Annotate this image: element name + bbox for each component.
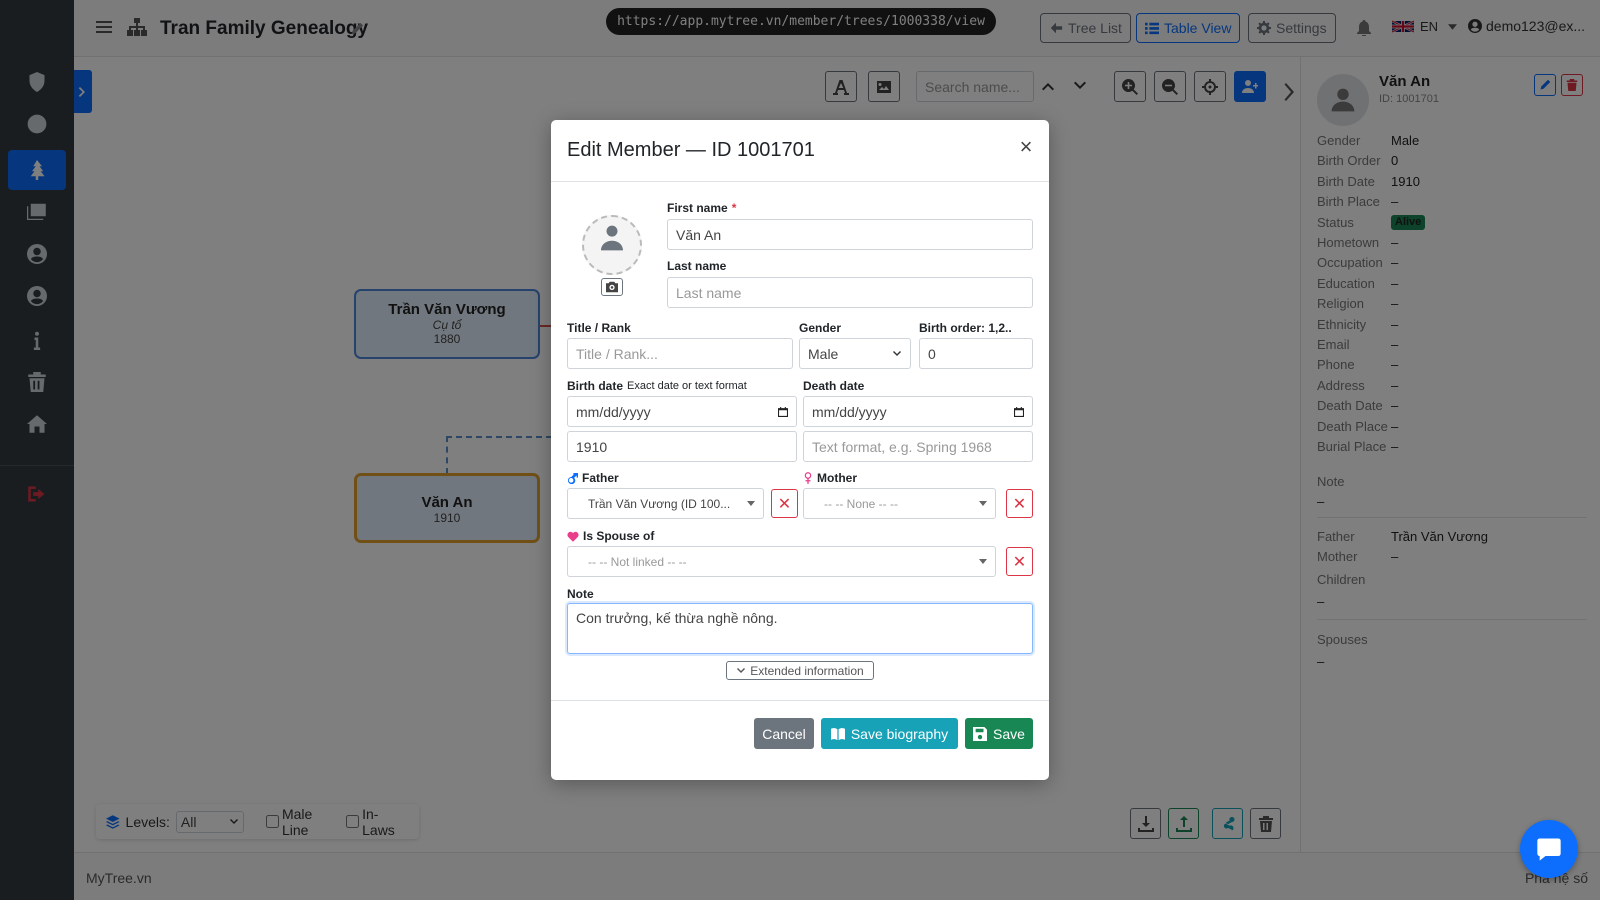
modal-title: Edit Member — ID 1001701 (567, 139, 815, 161)
save-button[interactable]: Save (965, 718, 1033, 749)
death-date-text-input[interactable]: Text format, e.g. Spring 1968 (803, 431, 1033, 462)
save-label: Save (993, 725, 1025, 742)
last-name-label: Last name (667, 259, 727, 273)
father-label-text: Father (582, 471, 619, 485)
title-rank-input[interactable]: Title / Rank... (567, 338, 793, 369)
father-select[interactable]: Trần Văn Vương (ID 100... (567, 488, 764, 519)
book-icon (830, 727, 845, 740)
birth-order-input[interactable]: 0 (919, 338, 1033, 369)
close-icon[interactable]: × (1017, 136, 1035, 158)
caret-down-icon (747, 501, 755, 506)
birth-date-placeholder: mm/dd/yyyy (576, 403, 651, 420)
save-biography-label: Save biography (850, 725, 949, 742)
first-name-label: First name * (667, 201, 736, 215)
gender-select[interactable]: Male (799, 338, 911, 369)
mother-value: -- -- None -- -- (824, 496, 898, 511)
required-mark: * (731, 201, 737, 215)
caret-down-icon (979, 559, 987, 564)
edit-member-modal: Edit Member — ID 1001701 × First name * V… (551, 120, 1049, 780)
mother-label: Mother (803, 471, 857, 485)
close-icon: ✕ (1012, 553, 1027, 571)
calendar-icon[interactable] (778, 406, 788, 417)
gender-value: Male (808, 345, 839, 362)
floppy-icon (973, 726, 988, 741)
birth-date-text-input[interactable]: 1910 (567, 431, 797, 462)
clear-father-button[interactable]: ✕ (771, 489, 798, 518)
chat-button[interactable] (1520, 820, 1578, 878)
clear-mother-button[interactable]: ✕ (1006, 489, 1033, 518)
female-icon (804, 472, 812, 484)
clear-spouse-button[interactable]: ✕ (1006, 547, 1033, 576)
spouse-select[interactable]: -- -- Not linked -- -- (567, 546, 996, 577)
spouse-label: Is Spouse of (567, 529, 654, 543)
first-name-input[interactable]: Văn An (667, 219, 1033, 250)
spouse-value: -- -- Not linked -- -- (588, 554, 687, 569)
male-icon (568, 472, 578, 484)
mother-label-text: Mother (817, 471, 857, 485)
calendar-icon[interactable] (1014, 406, 1024, 417)
save-biography-button[interactable]: Save biography (821, 718, 958, 749)
last-name-input[interactable]: Last name (667, 277, 1033, 308)
birth-date-label: Birth date Exact date or text format (567, 379, 747, 393)
gender-label: Gender (799, 321, 842, 335)
birth-date-picker[interactable]: mm/dd/yyyy (567, 396, 797, 427)
note-textarea[interactable]: Con trưởng, kế thừa nghề nông. (567, 603, 1033, 654)
close-icon: ✕ (1012, 495, 1027, 513)
modal-header: Edit Member — ID 1001701 × (551, 120, 1049, 182)
chat-icon (1537, 838, 1561, 861)
mother-select[interactable]: -- -- None -- -- (803, 488, 996, 519)
extended-info-label: Extended information (750, 663, 864, 678)
close-icon: ✕ (777, 495, 792, 513)
father-label: Father (567, 471, 619, 485)
first-name-label-text: First name (667, 201, 728, 215)
avatar-placeholder (582, 215, 642, 275)
death-date-picker[interactable]: mm/dd/yyyy (803, 396, 1033, 427)
cancel-button[interactable]: Cancel (754, 718, 814, 749)
birth-order-label: Birth order: 1,2.. (919, 321, 1012, 335)
birth-date-hint: Exact date or text format (627, 380, 747, 392)
heart-icon (567, 531, 579, 542)
user-icon (601, 225, 623, 251)
note-label: Note (567, 587, 594, 601)
caret-down-icon (979, 501, 987, 506)
birth-date-label-text: Birth date (567, 379, 624, 393)
spouse-label-text: Is Spouse of (583, 529, 655, 543)
extended-info-button[interactable]: Extended information (726, 661, 874, 680)
title-rank-label: Title / Rank (567, 321, 631, 335)
chevron-down-icon (893, 350, 901, 356)
death-date-placeholder: mm/dd/yyyy (812, 403, 887, 420)
camera-icon (606, 281, 618, 293)
death-date-label: Death date (803, 379, 865, 393)
chevron-down-icon (737, 667, 746, 673)
upload-photo-button[interactable] (601, 278, 623, 296)
father-value: Trần Văn Vương (ID 100... (588, 496, 731, 511)
modal-footer: Cancel Save biography Save (551, 700, 1049, 780)
